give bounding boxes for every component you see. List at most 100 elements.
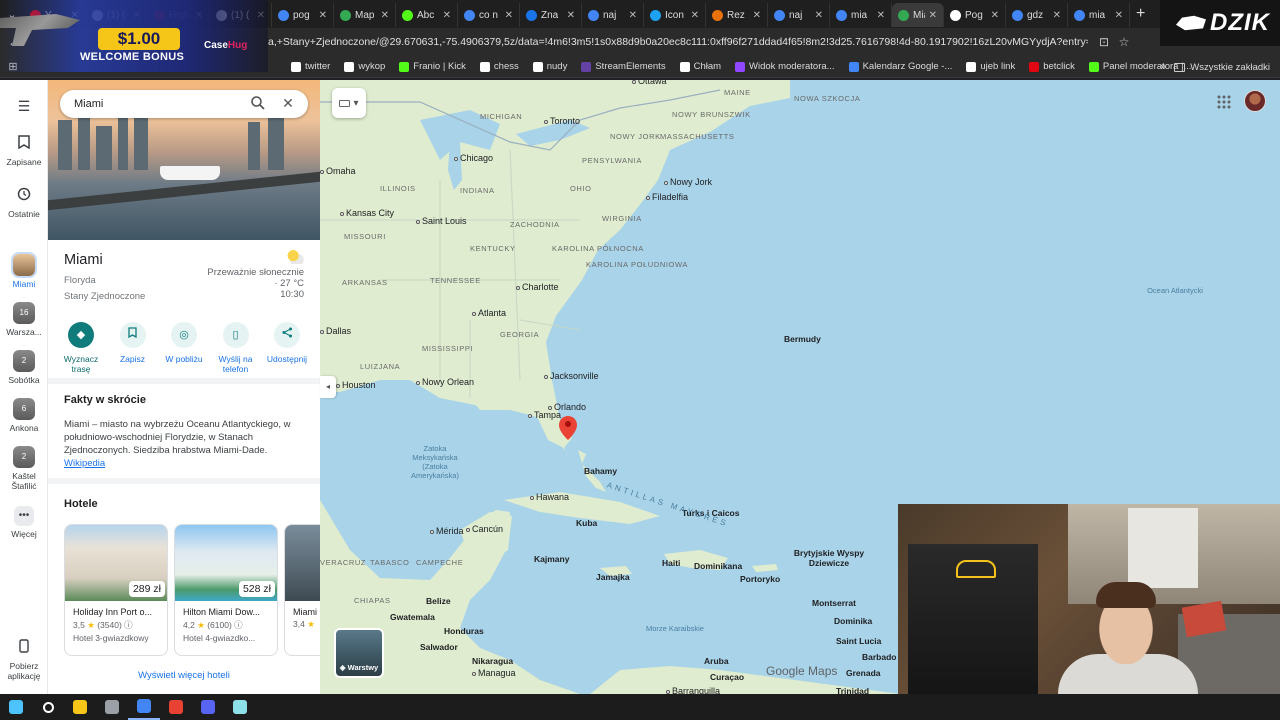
map-label[interactable]: MASSACHUSETTS — [660, 132, 734, 141]
map-label[interactable]: Aruba — [704, 656, 729, 666]
tab-close-icon[interactable]: ✕ — [991, 10, 999, 21]
directions-button[interactable]: ◆ Wyznacz trasę — [56, 322, 106, 374]
map-label[interactable]: Gwatemala — [390, 612, 435, 622]
map-label[interactable]: Mérida — [430, 526, 464, 536]
map-label[interactable]: Ocean Atlantycki — [1140, 286, 1210, 295]
map-label[interactable]: Bermudy — [784, 334, 821, 344]
map-label[interactable]: Hawana — [530, 492, 569, 502]
wikipedia-link[interactable]: Wikipedia — [64, 458, 105, 469]
map-label[interactable]: Kajmany — [534, 554, 569, 564]
map-label[interactable]: MISSISSIPPI — [422, 344, 473, 353]
tab-close-icon[interactable]: ✕ — [815, 10, 823, 21]
map-label[interactable]: Grenada — [846, 668, 881, 678]
map-label[interactable]: MAINE — [724, 88, 751, 97]
info-icon[interactable]: ⓘ — [234, 620, 243, 630]
browser-tab[interactable]: Rez ✕ — [706, 3, 768, 27]
menu-button[interactable]: ☰ — [0, 96, 48, 119]
taskbar-button[interactable] — [0, 694, 32, 720]
keyboard-shortcuts-button[interactable]: ▾ — [332, 88, 366, 118]
browser-tab[interactable]: Mia ✕ — [892, 3, 944, 27]
hotel-card[interactable]: 528 zł Hilton Miami Dow... 4,2 ★ (6100) … — [174, 524, 278, 656]
map-label[interactable]: MISSOURI — [344, 232, 386, 241]
map-label[interactable]: Jamajka — [596, 572, 630, 582]
tab-close-icon[interactable]: ✕ — [629, 10, 637, 21]
map-label[interactable]: Belize — [426, 596, 451, 606]
map-label[interactable]: Atlanta — [472, 308, 506, 318]
map-label[interactable]: ZACHODNIA — [510, 220, 560, 229]
bookmark-item[interactable]: Kalendarz Google -... — [842, 61, 960, 72]
bookmark-item[interactable]: nudy — [526, 61, 575, 72]
bookmark-item[interactable]: betclick — [1022, 61, 1082, 72]
taskbar-button[interactable] — [128, 694, 160, 720]
browser-tab[interactable]: pog ✕ — [272, 3, 334, 27]
map-label[interactable]: Curaçao — [710, 672, 744, 682]
bookmark-item[interactable]: Widok moderatora... — [728, 61, 842, 72]
rail-item-warsaw[interactable]: 16 Warsza... — [0, 302, 48, 337]
map-label[interactable]: WIRGINIA — [602, 214, 642, 223]
map-label[interactable]: Dominika — [834, 616, 872, 626]
map-label[interactable]: Morze Karaibskie — [640, 624, 710, 633]
map-label[interactable]: NOWY JORK — [610, 132, 661, 141]
bookmark-item[interactable]: StreamElements — [574, 61, 672, 72]
tab-close-icon[interactable]: ✕ — [1053, 10, 1061, 21]
rail-item-kastel[interactable]: 2 Kaštel Štafilić — [0, 446, 48, 491]
map-label[interactable]: NOWA SZKOCJA — [794, 94, 861, 103]
bookmark-item[interactable]: twitter — [284, 61, 337, 72]
map-label[interactable]: GEORGIA — [500, 330, 539, 339]
browser-tab[interactable]: Pog ✕ — [944, 3, 1006, 27]
map-label[interactable]: Chicago — [454, 153, 493, 163]
map-label[interactable]: Zatoka Meksykańska (Zatoka Amerykańska) — [400, 444, 470, 480]
rail-item-get-app[interactable]: Pobierz aplikację — [0, 638, 48, 681]
tab-close-icon[interactable]: ✕ — [877, 10, 885, 21]
browser-tab[interactable]: Zna ✕ — [520, 3, 582, 27]
rail-item-recent[interactable]: Ostatnie — [0, 186, 48, 219]
tab-close-icon[interactable]: ✕ — [505, 10, 513, 21]
bookmarks-overflow-icon[interactable]: » — [1156, 60, 1170, 74]
browser-tab[interactable]: Icon ✕ — [644, 3, 706, 27]
map-label[interactable]: Kuba — [576, 518, 597, 528]
install-app-icon[interactable]: ⊡ — [1096, 34, 1112, 50]
browser-tab[interactable]: Abc ✕ — [396, 3, 458, 27]
collapse-panel-button[interactable]: ◂ — [320, 376, 336, 398]
map-label[interactable]: INDIANA — [460, 186, 495, 195]
browser-tab[interactable]: mia ✕ — [830, 3, 892, 27]
map-label[interactable]: KENTUCKY — [470, 244, 516, 253]
new-tab-button[interactable]: + — [1130, 5, 1151, 23]
map-label[interactable]: Filadelfia — [646, 192, 688, 202]
map-label[interactable]: CAMPECHE — [416, 558, 463, 567]
tab-close-icon[interactable]: ✕ — [691, 10, 699, 21]
rail-item-sobotka[interactable]: 2 Sobótka — [0, 350, 48, 385]
map-label[interactable]: Barbado — [862, 652, 896, 662]
share-button[interactable]: Udostępnij — [262, 322, 312, 374]
map-label[interactable]: PENSYLWANIA — [582, 156, 642, 165]
map-label[interactable]: Saint Louis — [416, 216, 467, 226]
taskbar-button[interactable] — [32, 694, 64, 720]
map-label[interactable]: Nowy Orlean — [416, 377, 474, 387]
url-field[interactable]: a,+Stany+Zjednoczone/@29.670631,-75.4906… — [268, 32, 1088, 52]
nearby-button[interactable]: ◎ W pobliżu — [159, 322, 209, 374]
info-icon[interactable]: ⓘ — [124, 620, 133, 630]
map-label[interactable]: ARKANSAS — [342, 278, 388, 287]
tab-close-icon[interactable]: ✕ — [753, 10, 761, 21]
all-bookmarks[interactable]: Wszystkie zakładki — [1174, 56, 1270, 78]
map-label[interactable]: Ottawa — [632, 80, 667, 86]
map-label[interactable]: Saint Lucia — [836, 636, 881, 646]
tab-close-icon[interactable]: ✕ — [567, 10, 575, 21]
tab-close-icon[interactable]: ✕ — [929, 10, 937, 21]
hotel-card[interactable]: Miami 3,4 ★ — [284, 524, 320, 656]
rail-item-miami[interactable]: Miami — [0, 252, 48, 289]
search-box[interactable]: Miami ✕ — [60, 90, 308, 118]
layers-button[interactable]: ◈ Warstwy — [334, 628, 384, 678]
browser-tab[interactable]: mia ✕ — [1068, 3, 1130, 27]
close-icon[interactable]: ✕ — [280, 95, 296, 111]
tab-close-icon[interactable]: ✕ — [1115, 10, 1123, 21]
map-label[interactable]: CHIAPAS — [354, 596, 391, 605]
map-label[interactable]: Kansas City — [340, 208, 394, 218]
google-apps-icon[interactable] — [1216, 94, 1232, 110]
map-label[interactable]: VERACRUZ — [320, 558, 366, 567]
map-label[interactable]: Toronto — [544, 116, 580, 126]
search-input[interactable]: Miami — [74, 90, 103, 118]
tab-close-icon[interactable]: ✕ — [319, 10, 327, 21]
account-avatar[interactable] — [1244, 90, 1266, 112]
map-label[interactable]: KAROLINA PÓŁNOCNA — [552, 244, 644, 253]
